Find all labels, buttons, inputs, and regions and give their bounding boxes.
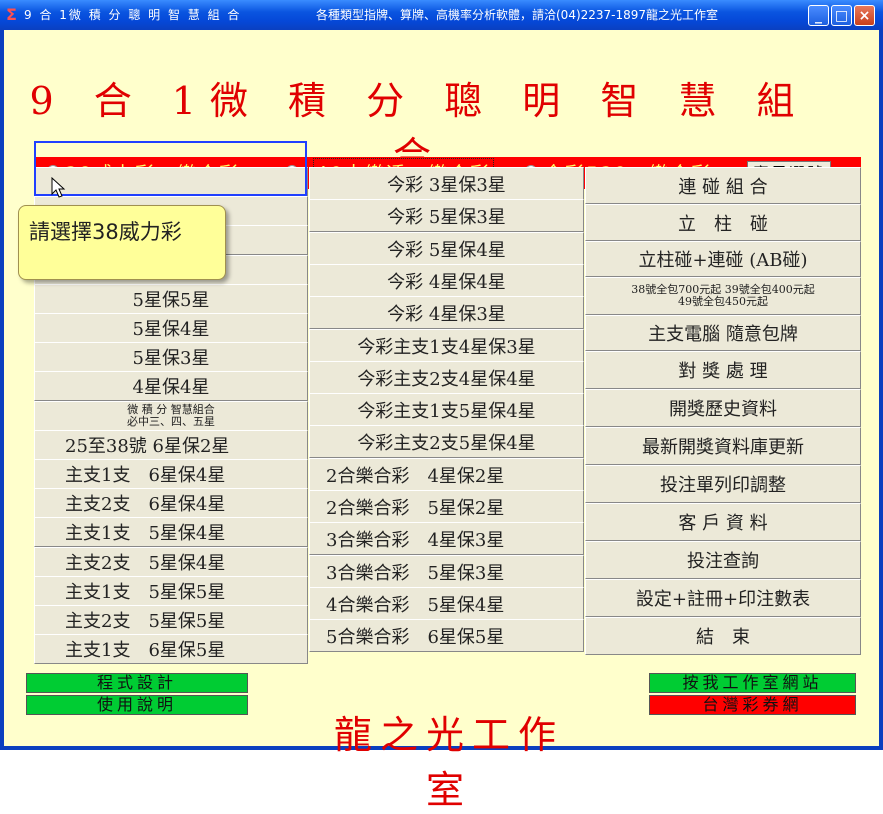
middle-option-11[interactable]: 3合樂合彩 4星保3星 (309, 522, 584, 555)
minimize-button[interactable]: _ (808, 5, 829, 26)
studio-website-button[interactable]: 按我工作室網站 (649, 673, 856, 693)
sigma-app-icon: Σ (6, 5, 17, 24)
middle-option-6[interactable]: 今彩主支2支4星保4星 (309, 361, 584, 394)
studio-name: 龍之光工作室 (333, 713, 564, 812)
middle-option-9[interactable]: 2合樂合彩 4星保2星 (309, 458, 584, 491)
right-option-12[interactable]: 結 束 (585, 617, 861, 655)
left-option-8-line: 必中三、四、五星 (127, 415, 215, 428)
right-option-3[interactable]: 38號全包700元起 39號全包400元起 49號全包450元起 (585, 277, 861, 315)
right-option-3-line: 49號全包450元起 (678, 295, 768, 308)
left-option-6[interactable]: 5星保3星 (34, 342, 308, 372)
left-option-15[interactable]: 主支2支 5星保5星 (34, 605, 308, 635)
middle-option-8[interactable]: 今彩主支2支5星保4星 (309, 425, 584, 458)
left-option-11[interactable]: 主支2支 6星保4星 (34, 488, 308, 518)
maximize-button[interactable]: □ (831, 5, 852, 26)
middle-option-12[interactable]: 3合樂合彩 5星保3星 (309, 555, 584, 588)
usage-guide-button[interactable]: 使用說明 (26, 695, 248, 715)
client-area: 9 合 1微 積 分 聰 明 智 慧 組 合 38威力彩、樂合彩 49大樂透、樂… (4, 30, 879, 812)
taiwan-lottery-site-button[interactable]: 台灣彩券網 (649, 695, 856, 715)
program-design-button[interactable]: 程式設計 (26, 673, 248, 693)
right-option-5[interactable]: 對 獎 處 理 (585, 351, 861, 389)
left-option-4[interactable]: 5星保5星 (34, 284, 308, 314)
middle-option-4[interactable]: 今彩 4星保3星 (309, 296, 584, 329)
right-option-6[interactable]: 開獎歷史資料 (585, 389, 861, 427)
right-option-10[interactable]: 投注查詢 (585, 541, 861, 579)
middle-option-10[interactable]: 2合樂合彩 5星保2星 (309, 490, 584, 523)
middle-option-7[interactable]: 今彩主支1支5星保4星 (309, 393, 584, 426)
left-option-12[interactable]: 主支1支 5星保4星 (34, 517, 308, 547)
mouse-cursor-icon (51, 177, 66, 198)
close-button[interactable]: × (854, 5, 875, 26)
middle-option-2[interactable]: 今彩 5星保4星 (309, 232, 584, 265)
left-option-9[interactable]: 25至38號 6星保2星 (34, 430, 308, 460)
left-option-5[interactable]: 5星保4星 (34, 313, 308, 343)
tooltip: 請選擇38威力彩 (18, 205, 226, 280)
left-option-13[interactable]: 主支2支 5星保4星 (34, 547, 308, 577)
right-option-9[interactable]: 客 戶 資 料 (585, 503, 861, 541)
left-option-7[interactable]: 4星保4星 (34, 371, 308, 401)
middle-option-14[interactable]: 5合樂合彩 6星保5星 (309, 619, 584, 652)
left-option-10[interactable]: 主支1支 6星保4星 (34, 459, 308, 489)
middle-option-13[interactable]: 4合樂合彩 5星保4星 (309, 587, 584, 620)
right-option-11[interactable]: 設定+註冊+印注數表 (585, 579, 861, 617)
left-option-16[interactable]: 主支1支 6星保5星 (34, 634, 308, 664)
focus-highlight-frame (34, 141, 307, 196)
close-icon: × (858, 7, 871, 24)
left-option-14[interactable]: 主支1支 5星保5星 (34, 576, 308, 606)
left-option-8[interactable]: 微 積 分 智慧組合 必中三、四、五星 (34, 401, 308, 431)
right-option-4[interactable]: 主支電腦 隨意包牌 (585, 315, 861, 351)
middle-option-1[interactable]: 今彩 5星保3星 (309, 199, 584, 232)
window-title: 9 合 1微 積 分 聰 明 智 慧 組 合 (24, 8, 242, 22)
middle-option-5[interactable]: 今彩主支1支4星保3星 (309, 329, 584, 362)
right-option-1[interactable]: 立 柱 碰 (585, 204, 861, 241)
middle-option-0[interactable]: 今彩 3星保3星 (309, 167, 584, 200)
right-option-8[interactable]: 投注單列印調整 (585, 465, 861, 503)
maximize-icon: □ (834, 7, 849, 24)
right-option-0[interactable]: 連 碰 組 合 (585, 167, 861, 204)
title-bar[interactable]: Σ 9 合 1微 積 分 聰 明 智 慧 組 合 各種類型指牌、算牌、高機率分析… (0, 0, 883, 30)
window-caption: 各種類型指牌、算牌、高機率分析軟體，請洽(04)2237-1897龍之光工作室 (316, 8, 719, 22)
minimize-icon: _ (815, 7, 822, 24)
right-option-7[interactable]: 最新開獎資料庫更新 (585, 427, 861, 465)
middle-option-3[interactable]: 今彩 4星保4星 (309, 264, 584, 297)
right-option-2[interactable]: 立柱碰+連碰 (AB碰) (585, 241, 861, 277)
app-window: Σ 9 合 1微 積 分 聰 明 智 慧 組 合 各種類型指牌、算牌、高機率分析… (0, 0, 883, 812)
